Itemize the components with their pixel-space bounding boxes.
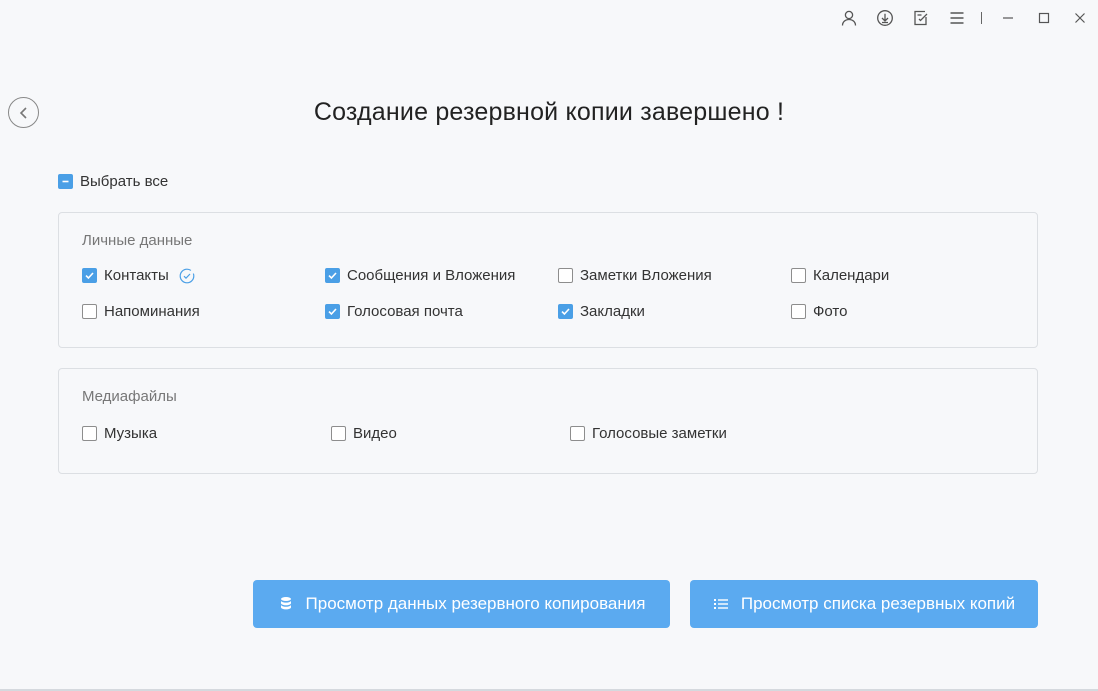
- download-button[interactable]: [867, 0, 903, 36]
- check-icon: [85, 272, 94, 280]
- checkbox-box[interactable]: [325, 268, 340, 283]
- titlebar-divider: [981, 12, 982, 24]
- notes-checkbox[interactable]: Заметки Вложения: [558, 267, 712, 284]
- checkbox-box[interactable]: [791, 268, 806, 283]
- bookmarks-checkbox[interactable]: Закладки: [558, 303, 645, 320]
- database-icon: [280, 597, 291, 610]
- check-icon: [328, 272, 337, 280]
- select-all-label: Выбрать все: [80, 173, 169, 190]
- check-circle-icon: [179, 268, 195, 283]
- personal-data-panel: Личные данные Контакты Сообщения и Вложе…: [58, 212, 1038, 348]
- media-title: Медиафайлы: [82, 388, 177, 405]
- view-backup-data-button[interactable]: Просмотр данных резервного копирования: [253, 580, 670, 628]
- close-icon: [1075, 13, 1085, 23]
- contacts-checkbox[interactable]: Контакты: [82, 267, 195, 284]
- voicemail-label: Голосовая почта: [347, 303, 463, 320]
- photos-label: Фото: [813, 303, 848, 320]
- close-button[interactable]: [1062, 0, 1098, 36]
- view-backup-list-label: Просмотр списка резервных копий: [740, 594, 1016, 613]
- minus-icon: [62, 180, 69, 183]
- messages-label: Сообщения и Вложения: [347, 267, 516, 284]
- maximize-icon: [1038, 12, 1050, 24]
- checkbox-box[interactable]: [558, 268, 573, 283]
- checkbox-box[interactable]: [82, 304, 97, 319]
- list-icon: [713, 599, 728, 609]
- checkbox-box[interactable]: [558, 304, 573, 319]
- contacts-label: Контакты: [104, 267, 169, 284]
- checkbox-box[interactable]: [82, 426, 97, 441]
- checkbox-box[interactable]: [570, 426, 585, 441]
- notes-label: Заметки Вложения: [580, 267, 712, 284]
- view-backup-list-button[interactable]: Просмотр списка резервных копий: [690, 580, 1038, 628]
- check-icon: [561, 308, 570, 316]
- app-window: Создание резервной копии завершено ! Выб…: [0, 0, 1098, 691]
- title-bar: [831, 0, 1098, 36]
- music-checkbox[interactable]: Музыка: [82, 425, 157, 442]
- calendars-checkbox[interactable]: Календари: [791, 267, 889, 284]
- media-panel: Медиафайлы Музыка Видео Голосовые заметк…: [58, 368, 1038, 474]
- menu-button[interactable]: [939, 0, 975, 36]
- checkbox-box[interactable]: [791, 304, 806, 319]
- feedback-button[interactable]: [903, 0, 939, 36]
- bookmarks-label: Закладки: [580, 303, 645, 320]
- music-label: Музыка: [104, 425, 158, 442]
- voice-memos-checkbox[interactable]: Голосовые заметки: [570, 425, 727, 442]
- calendars-label: Календари: [813, 267, 890, 284]
- download-icon: [877, 10, 893, 26]
- select-all-checkbox[interactable]: Выбрать все: [58, 173, 168, 190]
- video-checkbox[interactable]: Видео: [331, 425, 397, 442]
- minimize-button[interactable]: [990, 0, 1026, 36]
- checkbox-box[interactable]: [82, 268, 97, 283]
- checkbox-box[interactable]: [331, 426, 346, 441]
- page-title: Создание резервной копии завершено !: [313, 98, 785, 126]
- voicemail-checkbox[interactable]: Голосовая почта: [325, 303, 463, 320]
- voice-memos-label: Голосовые заметки: [592, 425, 727, 442]
- reminders-checkbox[interactable]: Напоминания: [82, 303, 200, 320]
- select-all-box[interactable]: [58, 174, 73, 189]
- minimize-icon: [1003, 17, 1013, 19]
- reminders-label: Напоминания: [104, 303, 200, 320]
- maximize-button[interactable]: [1026, 0, 1062, 36]
- check-icon: [328, 308, 337, 316]
- personal-data-title: Личные данные: [82, 232, 193, 249]
- photos-checkbox[interactable]: Фото: [791, 303, 847, 320]
- messages-checkbox[interactable]: Сообщения и Вложения: [325, 267, 515, 284]
- checkbox-box[interactable]: [325, 304, 340, 319]
- user-icon: [841, 10, 857, 26]
- menu-icon: [950, 12, 964, 24]
- feedback-icon: [914, 10, 928, 26]
- view-backup-data-label: Просмотр данных резервного копирования: [305, 594, 646, 613]
- account-button[interactable]: [831, 0, 867, 36]
- video-label: Видео: [353, 425, 397, 442]
